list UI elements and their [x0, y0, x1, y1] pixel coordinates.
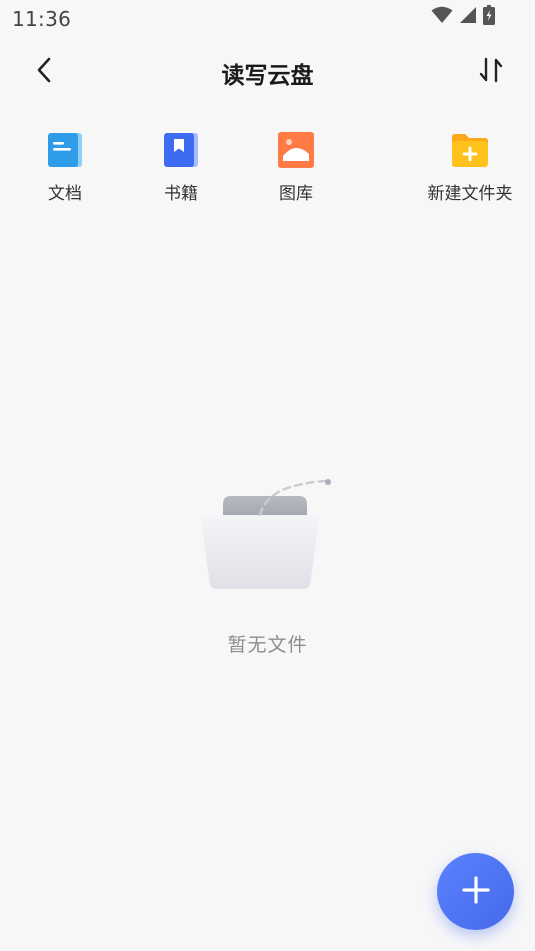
- wifi-icon: [431, 6, 453, 28]
- quick-action-label: 文档: [48, 184, 82, 204]
- gallery-icon: [276, 130, 316, 170]
- add-button[interactable]: [437, 853, 514, 930]
- quick-action-books[interactable]: 书籍: [131, 130, 231, 204]
- sort-button[interactable]: [473, 54, 509, 90]
- app-bar: 读写云盘: [0, 44, 535, 100]
- quick-action-documents[interactable]: 文档: [15, 130, 115, 204]
- plus-icon: [461, 875, 491, 909]
- empty-state: 暂无文件: [0, 470, 535, 657]
- empty-folder-icon: [188, 470, 348, 596]
- document-icon: [45, 130, 85, 170]
- battery-icon: [483, 5, 495, 29]
- quick-action-label: 图库: [279, 184, 313, 204]
- status-icons: [431, 5, 495, 29]
- new-folder-icon: [450, 130, 490, 170]
- quick-action-new-folder[interactable]: 新建文件夹: [420, 130, 520, 204]
- quick-action-label: 新建文件夹: [427, 184, 513, 204]
- sort-icon: [477, 56, 505, 88]
- page-title: 读写云盘: [221, 63, 314, 89]
- quick-actions: 文档 书籍 图库 新建文件夹: [0, 130, 535, 210]
- cellular-signal-icon: [459, 6, 477, 28]
- quick-action-gallery[interactable]: 图库: [246, 130, 346, 204]
- quick-action-label: 书籍: [164, 184, 198, 204]
- empty-state-message: 暂无文件: [227, 634, 308, 656]
- book-icon: [161, 130, 201, 170]
- status-time: 11:36: [12, 7, 72, 31]
- status-bar: 11:36: [0, 0, 535, 36]
